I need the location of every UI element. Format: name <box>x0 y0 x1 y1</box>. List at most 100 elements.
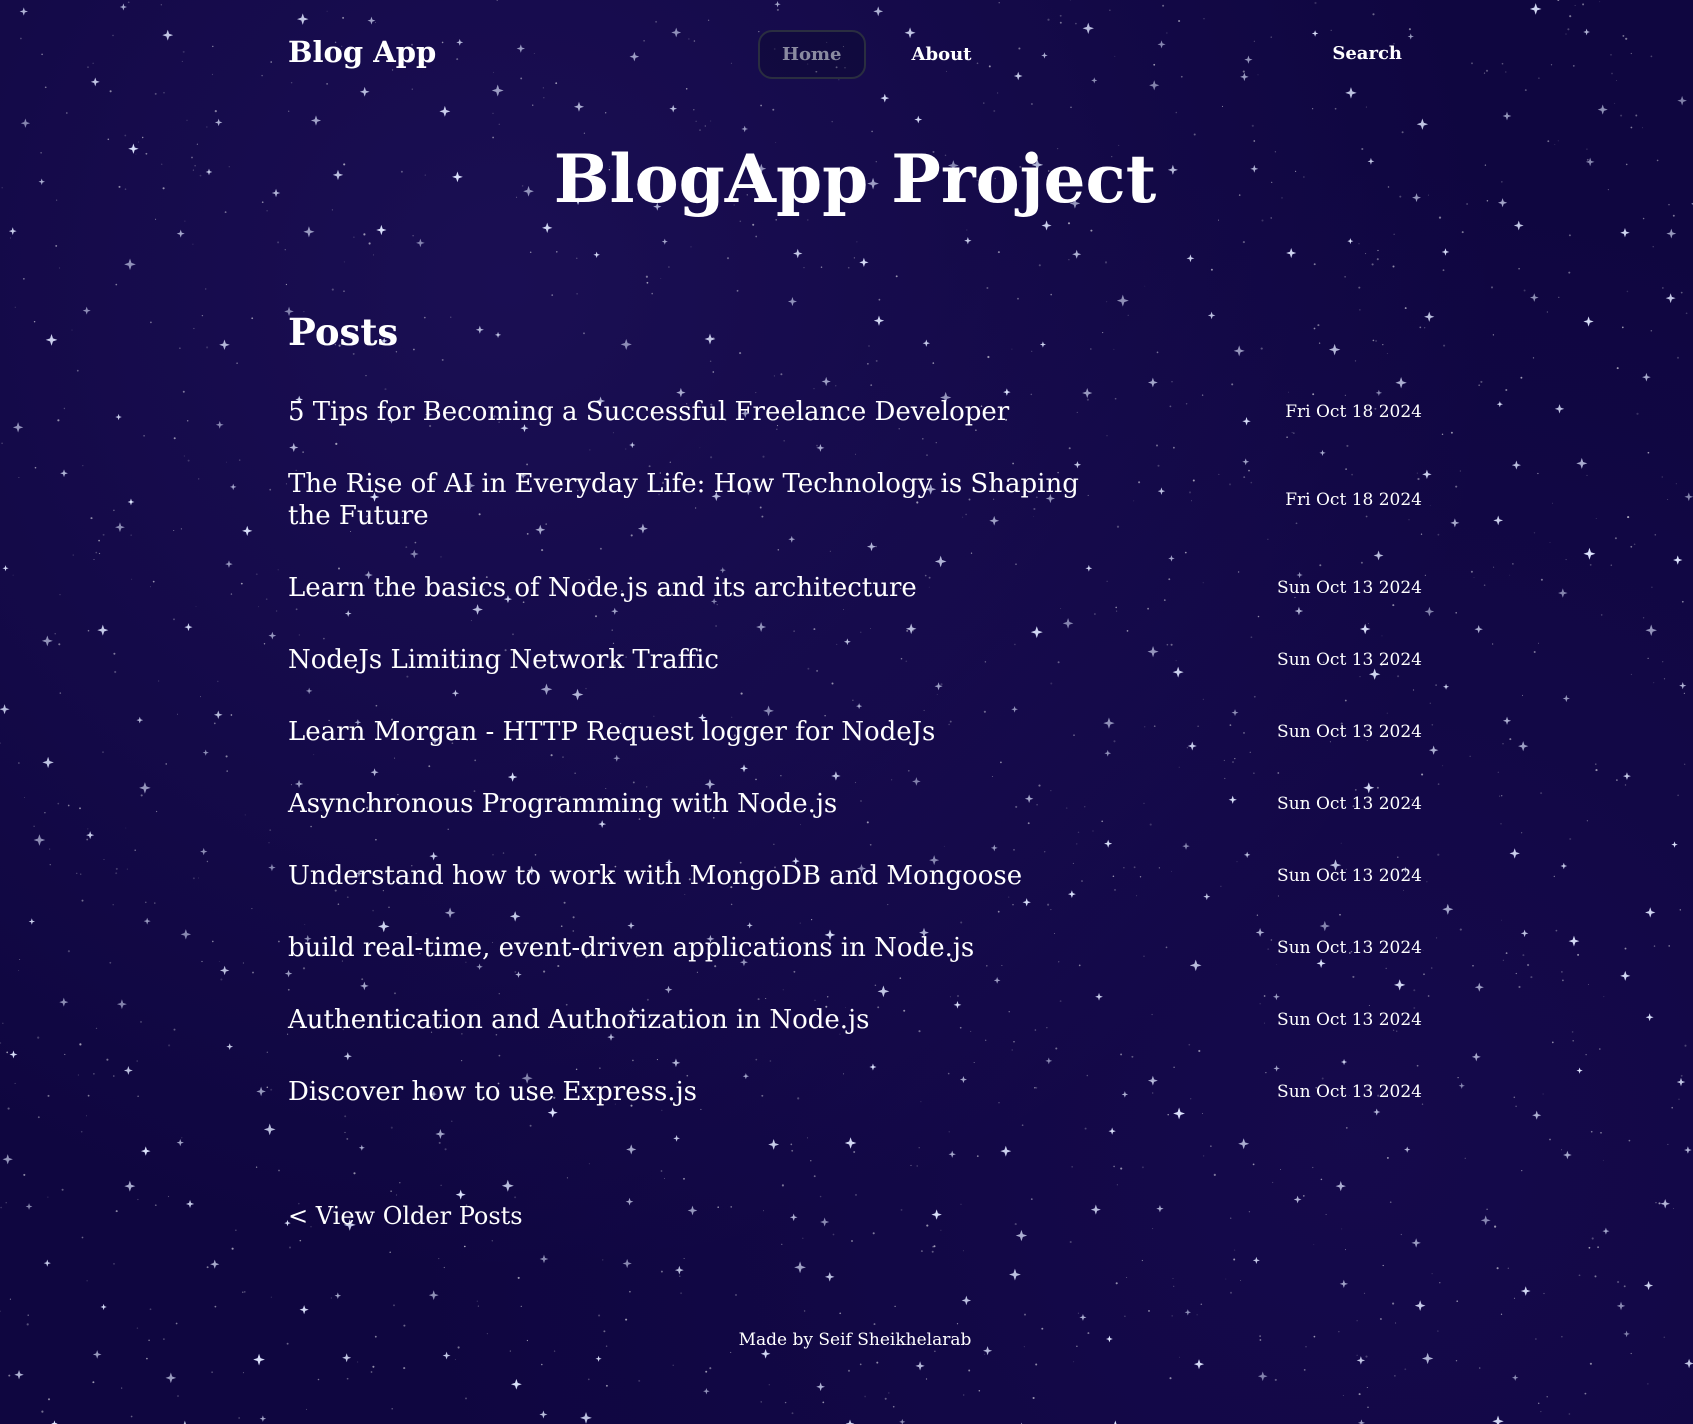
star-dot <box>277 569 279 571</box>
star-sparkle <box>25 1203 33 1210</box>
star-dot <box>212 45 214 48</box>
star-sparkle <box>1458 1082 1465 1089</box>
star-sparkle <box>1474 624 1483 634</box>
site-logo[interactable]: Blog App <box>288 35 436 69</box>
post-title-link[interactable]: Discover how to use Express.js <box>288 1076 697 1108</box>
post-title-link[interactable]: Learn the basics of Node.js and its arch… <box>288 572 917 604</box>
star-dot <box>220 978 223 981</box>
post-title-link[interactable]: build real-time, event-driven applicatio… <box>288 932 974 964</box>
star-dot <box>124 134 127 137</box>
post-title-link[interactable]: 5 Tips for Becoming a Successful Freelan… <box>288 396 1009 428</box>
star-sparkle <box>1511 460 1521 470</box>
star-sparkle <box>229 483 237 491</box>
star-dot <box>57 802 60 805</box>
star-sparkle <box>28 918 36 925</box>
post-title-link[interactable]: Understand how to work with MongoDB and … <box>288 860 1022 892</box>
star-dot <box>1578 1274 1581 1277</box>
star-dot <box>1554 144 1556 145</box>
star-dot <box>81 899 84 902</box>
star-dot <box>1677 356 1679 359</box>
star-dot <box>1486 1208 1488 1210</box>
star-sparkle <box>1562 694 1570 703</box>
star-dot <box>37 1036 40 1039</box>
nav-home-link[interactable]: Home <box>758 30 866 79</box>
page-title: BlogApp Project <box>553 140 1157 218</box>
post-title-link[interactable]: The Rise of AI in Everyday Life: How Tec… <box>288 468 1098 532</box>
post-title-link[interactable]: Asynchronous Programming with Node.js <box>288 788 837 820</box>
star-dot <box>1485 69 1489 72</box>
star-dot <box>1590 1130 1593 1133</box>
star-dot <box>33 320 36 323</box>
star-dot <box>1630 673 1632 675</box>
star-dot <box>106 1058 109 1061</box>
star-dot <box>1426 881 1428 883</box>
star-dot <box>1647 451 1650 454</box>
star-dot <box>114 670 117 674</box>
star-dot <box>86 838 89 841</box>
star-sparkle <box>1480 1215 1491 1226</box>
star-sparkle <box>268 863 276 872</box>
star-dot <box>1616 779 1618 781</box>
post-title-link[interactable]: Authentication and Authorization in Node… <box>288 1004 869 1036</box>
star-sparkle <box>1424 311 1435 322</box>
star-dot <box>0 1310 1 1312</box>
star-dot <box>1607 189 1609 191</box>
star-dot <box>162 187 165 190</box>
star-dot <box>1459 928 1462 931</box>
star-dot <box>1455 1360 1458 1362</box>
star-dot <box>1610 564 1613 566</box>
post-date: Sun Oct 13 2024 <box>1277 1010 1422 1030</box>
star-dot <box>34 466 37 469</box>
star-dot <box>1466 203 1469 205</box>
star-dot <box>261 201 264 204</box>
star-dot <box>136 1060 138 1062</box>
star-dot <box>150 321 152 324</box>
star-dot <box>214 110 217 113</box>
star-sparkle <box>1492 1415 1504 1424</box>
star-dot <box>1524 89 1527 92</box>
star-dot <box>206 860 209 863</box>
nav-about-link[interactable]: About <box>888 30 996 79</box>
view-older-posts-link[interactable]: < View Older Posts <box>288 1202 523 1230</box>
star-dot <box>6 1051 9 1054</box>
star-dot <box>18 762 20 764</box>
star-dot <box>113 1263 115 1265</box>
star-dot <box>47 1196 49 1198</box>
star-dot <box>1455 485 1458 488</box>
star-sparkle <box>1532 1110 1542 1120</box>
star-dot <box>154 1204 157 1207</box>
star-dot <box>163 1338 165 1340</box>
star-dot <box>76 369 79 372</box>
star-dot <box>1569 15 1572 18</box>
star-dot <box>72 554 74 556</box>
star-dot <box>1500 823 1502 825</box>
star-sparkle <box>0 704 10 715</box>
star-dot <box>85 1115 88 1117</box>
star-dot <box>1471 62 1473 65</box>
star-dot <box>1656 159 1659 162</box>
post-title-link[interactable]: NodeJs Limiting Network Traffic <box>288 644 719 676</box>
post-date: Fri Oct 18 2024 <box>1285 490 1422 510</box>
star-sparkle <box>51 1420 58 1424</box>
star-dot <box>1507 1267 1509 1269</box>
star-dot <box>1671 1106 1673 1109</box>
search-button[interactable]: Search <box>1332 43 1402 64</box>
star-dot <box>93 1073 95 1075</box>
star-dot <box>86 1280 88 1282</box>
star-dot <box>158 680 160 682</box>
star-dot <box>1439 1282 1441 1284</box>
star-dot <box>230 714 233 716</box>
star-dot <box>1594 1275 1597 1278</box>
star-dot <box>14 1082 16 1084</box>
star-sparkle <box>271 188 281 198</box>
star-dot <box>1535 1338 1537 1340</box>
star-dot <box>7 1107 10 1110</box>
star-sparkle <box>2 1154 13 1165</box>
star-dot <box>1684 1044 1687 1047</box>
post-title-link[interactable]: Learn Morgan - HTTP Request logger for N… <box>288 716 935 748</box>
star-dot <box>1550 64 1553 66</box>
star-sparkle <box>12 422 24 433</box>
star-dot <box>1478 384 1481 387</box>
star-dot <box>1600 1131 1602 1134</box>
post-item: Learn Morgan - HTTP Request logger for N… <box>288 716 1422 748</box>
